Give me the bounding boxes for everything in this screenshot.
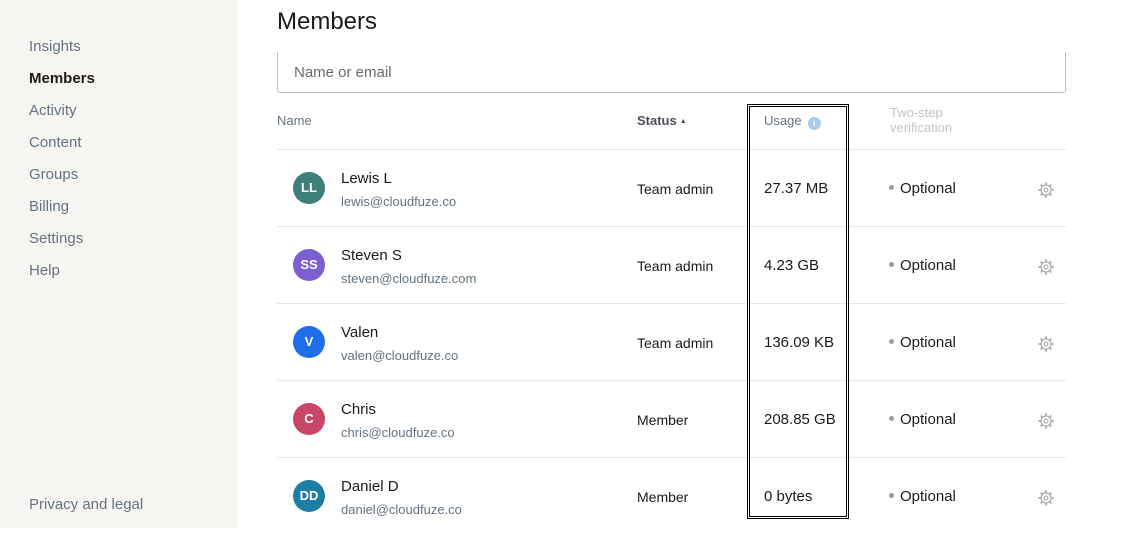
member-two-step: Optional [889,334,956,351]
member-two-step: Optional [889,488,956,505]
sidebar-item-activity[interactable]: Activity [29,100,95,132]
member-usage: 208.85 GB [764,411,836,428]
member-usage: 27.37 MB [764,180,829,197]
member-two-step-label: Optional [900,411,956,428]
member-status: Member [637,489,689,505]
sidebar-item-members[interactable]: Members [29,68,95,100]
column-header-usage[interactable]: Usage i [764,113,821,130]
member-status: Team admin [637,335,714,351]
sidebar-item-billing[interactable]: Billing [29,196,95,228]
sidebar-item-insights[interactable]: Insights [29,36,95,68]
avatar: SS [293,249,325,281]
member-name[interactable]: Steven S [341,247,402,264]
search-input[interactable] [278,52,1065,92]
table-row[interactable]: SS Steven S steven@cloudfuze.com Team ad… [277,226,1066,303]
member-email: steven@cloudfuze.com [341,271,477,286]
column-header-usage-label: Usage [764,113,802,128]
member-usage: 136.09 KB [764,334,835,351]
member-two-step: Optional [889,257,956,274]
status-dot-icon [889,185,894,190]
avatar: DD [293,480,325,512]
table-row[interactable]: DD Daniel D daniel@cloudfuze.co Member 0… [277,457,1066,534]
member-two-step: Optional [889,411,956,428]
member-two-step-label: Optional [900,257,956,274]
column-header-status-label: Status [637,113,677,128]
member-name[interactable]: Daniel D [341,478,399,495]
member-name[interactable]: Valen [341,324,378,341]
member-two-step: Optional [889,180,956,197]
avatar: C [293,403,325,435]
privacy-legal-link[interactable]: Privacy and legal [29,496,143,513]
sidebar: Insights Members Activity Content Groups… [0,0,237,528]
column-header-two-step-line1: Two-step [890,105,943,120]
member-email: chris@cloudfuze.co [341,425,455,440]
status-dot-icon [889,493,894,498]
column-header-name[interactable]: Name [277,113,312,128]
status-dot-icon [889,262,894,267]
sidebar-nav: Insights Members Activity Content Groups… [29,36,95,292]
member-email: daniel@cloudfuze.co [341,502,462,517]
sidebar-item-groups[interactable]: Groups [29,164,95,196]
sidebar-item-settings[interactable]: Settings [29,228,95,260]
member-name[interactable]: Chris [341,401,376,418]
gear-icon[interactable] [1037,258,1055,276]
member-email: lewis@cloudfuze.co [341,194,457,209]
sidebar-item-content[interactable]: Content [29,132,95,164]
member-status: Team admin [637,181,714,197]
member-usage: 0 bytes [764,488,813,505]
column-header-two-step: Two-step verification [890,105,952,135]
gear-icon[interactable] [1037,335,1055,353]
info-icon[interactable]: i [807,117,821,130]
avatar: LL [293,172,325,204]
member-status: Team admin [637,258,714,274]
avatar: V [293,326,325,358]
table-row[interactable]: LL Lewis L lewis@cloudfuze.co Team admin… [277,149,1066,226]
column-header-two-step-line2: verification [890,120,953,135]
sort-ascending-icon: ▲ [679,118,687,125]
member-usage: 4.23 GB [764,257,820,274]
search-box [277,52,1066,93]
member-two-step-label: Optional [900,334,956,351]
table-row[interactable]: V Valen valen@cloudfuze.co Team admin 13… [277,303,1066,380]
table-row[interactable]: C Chris chris@cloudfuze.co Member 208.85… [277,380,1066,457]
gear-icon[interactable] [1037,489,1055,507]
page-title: Members [277,8,378,35]
status-dot-icon [889,339,894,344]
member-two-step-label: Optional [900,488,956,505]
column-header-status[interactable]: Status ▲ [637,113,687,128]
member-email: valen@cloudfuze.co [341,348,459,363]
member-two-step-label: Optional [900,180,956,197]
gear-icon[interactable] [1037,181,1055,199]
member-name[interactable]: Lewis L [341,170,392,187]
gear-icon[interactable] [1037,412,1055,430]
sidebar-item-help[interactable]: Help [29,260,95,292]
members-table: LL Lewis L lewis@cloudfuze.co Team admin… [277,149,1066,534]
status-dot-icon [889,416,894,421]
member-status: Member [637,412,689,428]
